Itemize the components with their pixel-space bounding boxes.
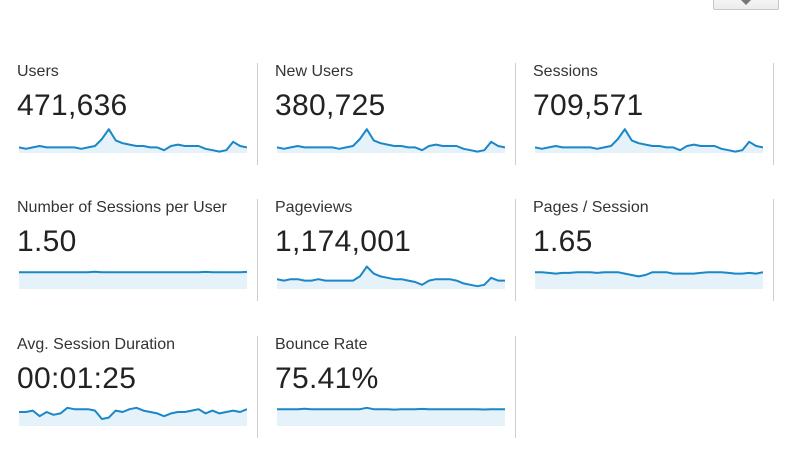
sparkline-area xyxy=(535,272,763,289)
metric-value: 1.50 xyxy=(17,225,77,258)
metric-value: 709,571 xyxy=(533,89,644,122)
metrics-grid: Users 471,636 New Users 380,725 Sessions… xyxy=(0,0,785,472)
metric-label: Pages / Session xyxy=(533,199,649,216)
card-divider xyxy=(773,199,774,301)
metric-value: 1.65 xyxy=(533,225,593,258)
metric-label: Pageviews xyxy=(275,199,353,216)
sparkline-area xyxy=(277,407,505,426)
metric-card-new-users[interactable]: New Users 380,725 xyxy=(258,63,516,165)
card-divider xyxy=(515,336,516,438)
metric-card-avg-session-duration[interactable]: Avg. Session Duration 00:01:25 xyxy=(0,336,258,438)
metric-label: New Users xyxy=(275,63,354,80)
sparkline-chart xyxy=(19,128,247,153)
metric-label: Users xyxy=(17,63,59,80)
sparkline-chart xyxy=(535,128,763,153)
sparkline-chart xyxy=(19,406,247,426)
metric-label: Sessions xyxy=(533,63,598,80)
sparkline-chart xyxy=(277,128,505,153)
metric-label: Number of Sessions per User xyxy=(17,199,227,216)
sparkline-chart xyxy=(277,265,505,289)
sparkline-area xyxy=(19,271,247,289)
sparkline-chart xyxy=(19,270,247,289)
metric-card-pages-per-session[interactable]: Pages / Session 1.65 xyxy=(516,199,774,301)
metric-value: 1,174,001 xyxy=(275,225,412,258)
metric-value: 75.41% xyxy=(275,362,379,395)
metric-value: 471,636 xyxy=(17,89,128,122)
metric-card-bounce-rate[interactable]: Bounce Rate 75.41% xyxy=(258,336,516,438)
metric-card-sessions[interactable]: Sessions 709,571 xyxy=(516,63,774,165)
metric-label: Bounce Rate xyxy=(275,336,368,353)
metric-value: 380,725 xyxy=(275,89,386,122)
metric-value: 00:01:25 xyxy=(17,362,137,395)
sparkline-line xyxy=(277,406,505,411)
sparkline-chart xyxy=(535,271,763,289)
metric-card-users[interactable]: Users 471,636 xyxy=(0,63,258,165)
sparkline-chart xyxy=(277,406,505,426)
card-divider xyxy=(773,63,774,165)
metric-label: Avg. Session Duration xyxy=(17,336,176,353)
metric-card-sessions-per-user[interactable]: Number of Sessions per User 1.50 xyxy=(0,199,258,301)
metric-card-pageviews[interactable]: Pageviews 1,174,001 xyxy=(258,199,516,301)
